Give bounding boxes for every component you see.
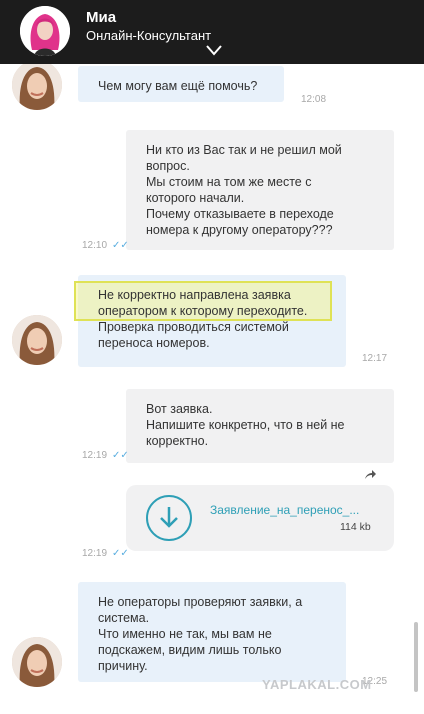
watermark: YAPLAKAL.COM (262, 677, 372, 692)
read-check-icon: ✓✓ (112, 450, 129, 461)
message-text: Не операторы проверяют заявки, а система… (98, 595, 303, 673)
scrollbar[interactable] (414, 622, 418, 692)
message-text: Ни кто из Вас так и не решил мой вопрос.… (146, 143, 342, 237)
read-check-icon: ✓✓ (112, 240, 129, 251)
chevron-down-icon[interactable] (204, 42, 224, 58)
message-incoming: Чем могу вам ещё помочь? (78, 66, 284, 102)
message-text: Чем могу вам ещё помочь? (98, 79, 258, 93)
file-name[interactable]: Заявление_на_перенос_... (210, 503, 359, 517)
agent-avatar (20, 6, 70, 56)
message-time: 12:19 (82, 450, 108, 461)
agent-avatar (12, 637, 62, 687)
read-check-icon: ✓✓ (112, 548, 129, 559)
message-outgoing: Ни кто из Вас так и не решил мой вопрос.… (126, 130, 394, 250)
message-incoming: Не корректно направлена заявка операторо… (74, 275, 346, 367)
message-incoming: Не операторы проверяют заявки, а система… (78, 582, 346, 682)
message-time: 12:10 (82, 240, 108, 251)
message-list[interactable]: Чем могу вам ещё помочь? 12:08 Ни кто из… (0, 64, 424, 714)
agent-name: Миа (86, 9, 117, 26)
message-text: Проверка проводиться системой переноса н… (98, 320, 289, 350)
file-attachment[interactable]: Заявление_на_перенос_... 114 kb (126, 485, 394, 551)
share-icon[interactable] (364, 470, 376, 480)
agent-role: Онлайн-Консультант (86, 28, 212, 43)
download-icon[interactable] (146, 495, 192, 541)
message-time: 12:19 (82, 548, 108, 559)
agent-avatar (12, 64, 62, 110)
message-time: 12:08 (301, 94, 327, 105)
message-outgoing: Вот заявка. Напишите конкретно, что в не… (126, 389, 394, 463)
chat-header: Миа Онлайн-Консультант (0, 0, 424, 64)
file-size: 114 kb (340, 521, 371, 533)
agent-avatar (12, 315, 62, 365)
message-text-highlighted: Не корректно направлена заявка операторо… (98, 288, 308, 318)
message-text: Вот заявка. Напишите конкретно, что в не… (146, 402, 345, 448)
message-time: 12:17 (362, 353, 388, 364)
